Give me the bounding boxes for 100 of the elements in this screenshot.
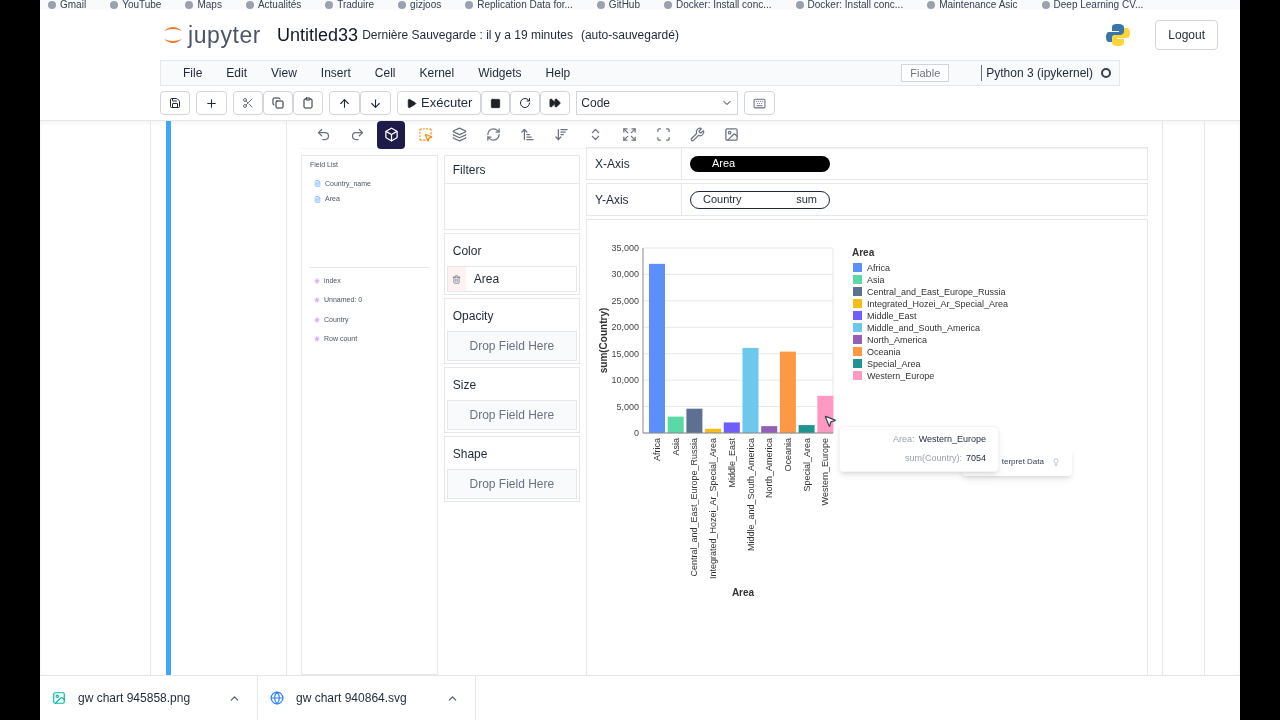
legend-label: Asia: [867, 275, 885, 285]
legend-swatch: [853, 323, 862, 332]
bookmark-link[interactable]: Docker: Install conc...: [676, 0, 772, 10]
menu-item[interactable]: Widgets: [466, 64, 534, 82]
stop-button[interactable]: [481, 91, 511, 115]
bookmark-link[interactable]: Maintenance Asic: [939, 0, 1018, 10]
copy-button[interactable]: [263, 91, 293, 115]
save-icon: [169, 97, 181, 109]
encoding-label: Size: [451, 377, 478, 394]
run-all-button[interactable]: [540, 91, 571, 115]
drop-zone[interactable]: Drop Field Here: [446, 400, 577, 430]
menu-item[interactable]: File: [171, 64, 215, 82]
hash-icon: [314, 277, 320, 284]
popup-text: terpret Data: [1001, 456, 1044, 468]
encoding-field-chip[interactable]: Area: [446, 266, 577, 292]
drop-zone[interactable]: Drop Field Here: [446, 469, 577, 499]
bookmark-icon: [596, 1, 605, 9]
add-cell-button[interactable]: [196, 91, 227, 115]
bookmark-link[interactable]: Gmail: [60, 0, 87, 10]
bookmark-icon: [245, 1, 254, 9]
download-filename: gw chart 945858.png: [78, 690, 192, 707]
bookmark-link[interactable]: GitHub: [608, 0, 640, 10]
fast-forward-icon: [549, 97, 562, 109]
arrow-down-icon: [369, 96, 382, 110]
bar[interactable]: [761, 426, 778, 433]
y-tick-label: 30,000: [611, 269, 639, 280]
x-tick-label: Africa: [652, 438, 662, 461]
python-logo-icon: [1105, 22, 1132, 48]
tooltip-key: Area:: [893, 433, 915, 447]
image-icon: [723, 127, 739, 142]
sort-descending-icon: [553, 127, 569, 142]
y-axis-title: sum(Country): [598, 307, 609, 374]
x-tick-label: Oceania: [782, 438, 793, 472]
move-up-button[interactable]: [329, 91, 360, 115]
arrow-up-icon: [338, 96, 351, 110]
bookmark-link[interactable]: Replication Data for...: [477, 0, 573, 10]
bookmark-link[interactable]: Actualités: [257, 0, 302, 10]
document-icon: [314, 180, 321, 188]
y-tick-label: 0: [634, 428, 639, 438]
cube-tool[interactable]: [377, 120, 405, 149]
trusted-indicator[interactable]: Fiable: [901, 64, 950, 82]
menu-item[interactable]: Cell: [362, 64, 408, 82]
y-tick-label: 5,000: [616, 401, 639, 412]
legend-label: Central_and_East_Europe_Russia: [867, 287, 1006, 297]
notebook-title[interactable]: Untitled33: [277, 21, 359, 49]
delete-button[interactable]: [447, 267, 466, 291]
bar[interactable]: [686, 408, 703, 433]
kernel-status-icon: [1101, 68, 1111, 78]
menu-item[interactable]: Kernel: [407, 64, 467, 82]
bookmark-link[interactable]: YouTube: [122, 0, 162, 10]
legend-label: Middle_East: [867, 311, 917, 321]
tooltip-key: sum(Country):: [904, 451, 962, 465]
axis-field-pill[interactable]: Area: [690, 155, 830, 172]
menu-item[interactable]: Edit: [214, 64, 260, 82]
bookmark-link[interactable]: Maps: [197, 0, 222, 10]
trash-icon: [452, 274, 462, 284]
bookmark-icon: [927, 1, 936, 9]
expand-icon: [621, 127, 637, 142]
bookmark-link[interactable]: Traduire: [337, 0, 375, 10]
menu-item[interactable]: Insert: [308, 64, 363, 82]
paste-button[interactable]: [293, 91, 323, 115]
tooltip-value: 7054: [965, 451, 986, 465]
jupyter-wordmark: jupyter: [188, 20, 262, 50]
scan-icon: [655, 127, 671, 142]
run-button[interactable]: Exécuter: [397, 91, 482, 115]
save-status: Dernière Sauvegarde : il y a 19 minutes: [362, 27, 573, 44]
bar[interactable]: [723, 422, 740, 433]
bookmark-link[interactable]: gizjoos: [410, 0, 442, 10]
save-button[interactable]: [160, 91, 190, 115]
keyboard-icon: [753, 96, 767, 110]
kernel-name: Python 3 (ipykernel): [986, 65, 1093, 82]
mouse-cursor-icon: [823, 414, 837, 428]
download-item[interactable]: gw chart 940864.svg: [258, 676, 476, 720]
drop-zone[interactable]: Drop Field Here: [446, 331, 577, 361]
document-icon: [314, 195, 321, 203]
image-file-icon: [52, 691, 66, 705]
keyboard-button[interactable]: [744, 91, 776, 115]
legend-swatch: [853, 263, 862, 272]
move-down-button[interactable]: [360, 91, 391, 115]
legend-swatch: [853, 371, 862, 380]
aggregate-label[interactable]: sum: [796, 191, 817, 208]
lightbulb-icon: [1052, 458, 1060, 466]
restart-button[interactable]: [510, 91, 541, 115]
field-name: Country: [703, 192, 742, 208]
bookmark-link[interactable]: Deep Learning CV...: [1053, 0, 1144, 10]
bar[interactable]: [817, 395, 834, 433]
layers-icon: [451, 127, 467, 142]
logout-button[interactable]: Logout: [1155, 20, 1218, 50]
x-tick-label: Asia: [670, 438, 681, 456]
cut-button[interactable]: [233, 91, 263, 115]
download-item[interactable]: gw chart 945858.png: [40, 676, 258, 720]
menu-item[interactable]: Help: [533, 64, 583, 82]
menu-item[interactable]: View: [259, 64, 309, 82]
y-tick-label: 10,000: [611, 375, 639, 386]
bookmark-link[interactable]: Docker: Install conc...: [807, 0, 904, 10]
web-file-icon: [270, 691, 284, 705]
axis-label: X-Axis: [587, 148, 682, 179]
cell-type-dropdown[interactable]: Code: [576, 91, 739, 115]
stop-icon: [490, 97, 502, 109]
undo-icon: [315, 127, 331, 142]
